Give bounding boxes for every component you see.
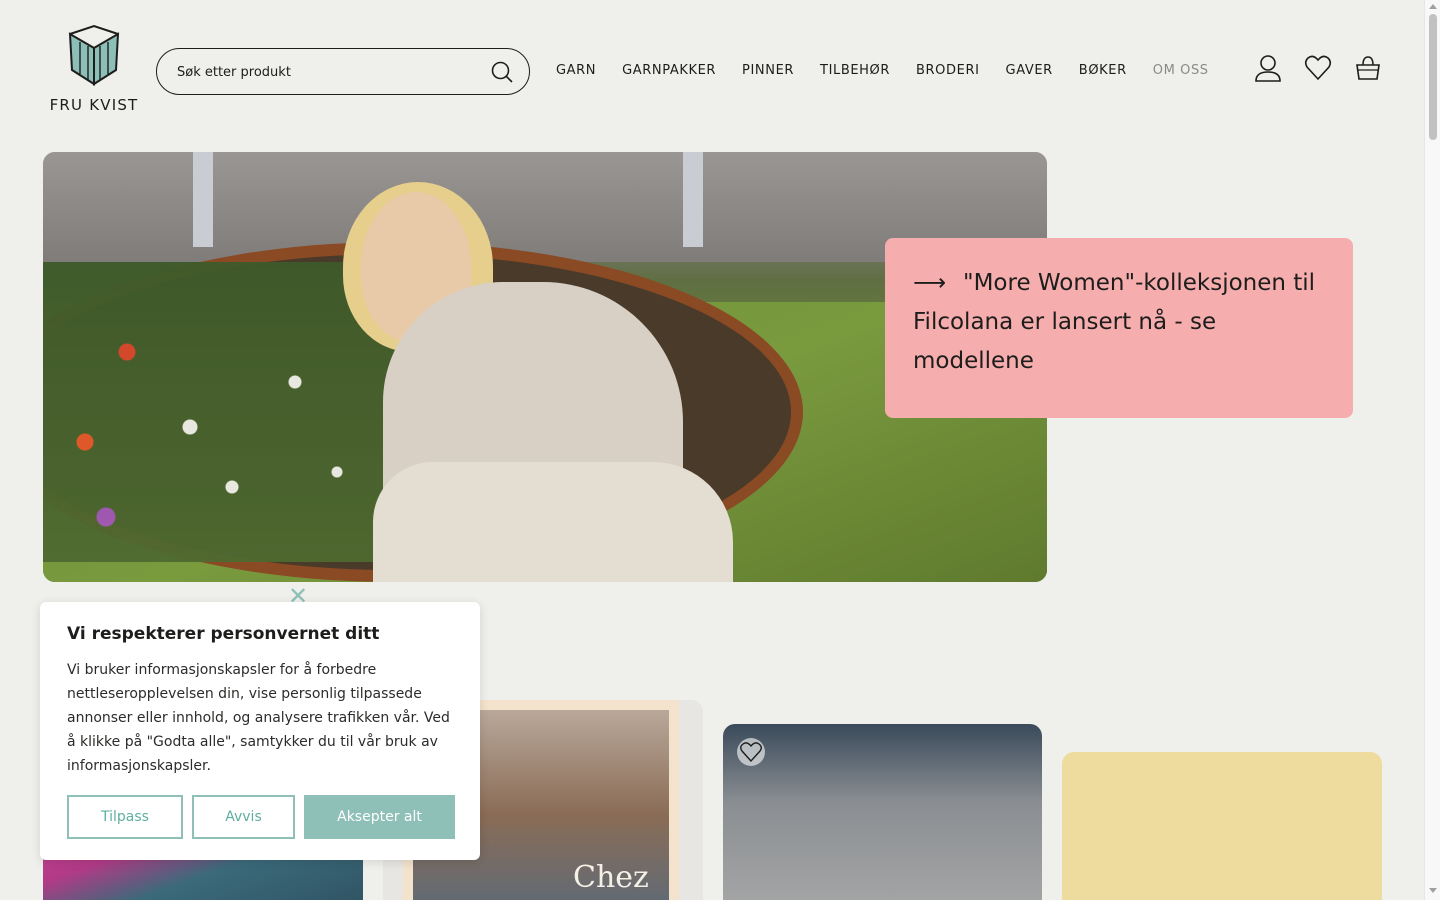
scrollbar-thumb[interactable] bbox=[1429, 14, 1437, 140]
header-actions bbox=[1254, 54, 1382, 82]
cookie-buttons: Tilpass Avvis Aksepter alt bbox=[67, 795, 455, 839]
hero-post bbox=[683, 152, 703, 247]
heart-icon[interactable] bbox=[1304, 54, 1332, 82]
nav-item-gaver[interactable]: GAVER bbox=[1006, 63, 1053, 81]
nav-item-pinner[interactable]: PINNER bbox=[742, 63, 794, 81]
accept-all-button[interactable]: Aksepter alt bbox=[304, 795, 455, 839]
nav-item-tilbehor[interactable]: TILBEHØR bbox=[820, 63, 890, 81]
nav-item-broderi[interactable]: BRODERI bbox=[916, 63, 979, 81]
cookie-consent-dialog: Vi respekterer personvernet ditt Vi bruk… bbox=[40, 602, 480, 860]
scroll-down-icon[interactable] bbox=[1429, 888, 1437, 893]
scroll-up-icon[interactable] bbox=[1429, 4, 1437, 9]
search-icon[interactable] bbox=[491, 61, 513, 87]
hero-post bbox=[193, 152, 213, 247]
promo-banner[interactable]: ⟶ "More Women"-kolleksjonen til Filcolana… bbox=[885, 238, 1353, 418]
user-icon[interactable] bbox=[1254, 54, 1282, 82]
nav-item-garn[interactable]: GARN bbox=[556, 63, 596, 81]
nav-item-boker[interactable]: BØKER bbox=[1079, 63, 1127, 81]
book-title: Chez bbox=[573, 860, 649, 895]
nav-item-om-oss[interactable]: OM OSS bbox=[1153, 63, 1209, 81]
hero-pants bbox=[373, 462, 733, 582]
reject-button[interactable]: Avvis bbox=[192, 795, 295, 839]
basket-icon[interactable] bbox=[1354, 54, 1382, 82]
book-leaf-logo-icon bbox=[68, 24, 120, 86]
cookie-title: Vi respekterer personvernet ditt bbox=[67, 624, 380, 644]
logo[interactable]: FRU KVIST bbox=[46, 22, 142, 116]
favorite-button[interactable] bbox=[737, 738, 765, 766]
brand-name: FRU KVIST bbox=[49, 96, 139, 114]
scrollbar[interactable] bbox=[1424, 0, 1440, 900]
product-card[interactable] bbox=[1062, 752, 1382, 900]
product-card[interactable] bbox=[723, 724, 1042, 900]
customize-button[interactable]: Tilpass bbox=[67, 795, 183, 839]
cookie-body: Vi bruker informasjonskapsler for å forb… bbox=[67, 662, 450, 774]
nav-item-garnpakker[interactable]: GARNPAKKER bbox=[622, 63, 716, 81]
heart-icon bbox=[740, 742, 762, 763]
main-nav: GARN GARNPAKKER PINNER TILBEHØR BRODERI … bbox=[556, 63, 1209, 81]
search-input[interactable] bbox=[177, 61, 477, 83]
promo-text: "More Women"-kolleksjonen til Filcolana … bbox=[913, 270, 1316, 374]
site-header: FRU KVIST GARN GARNPAKKER PINNER TILBEHØ… bbox=[0, 0, 1424, 140]
arrow-right-icon: ⟶ bbox=[913, 270, 946, 296]
search-box bbox=[156, 48, 530, 95]
promo-text-block: ⟶ "More Women"-kolleksjonen til Filcolana… bbox=[913, 264, 1325, 381]
